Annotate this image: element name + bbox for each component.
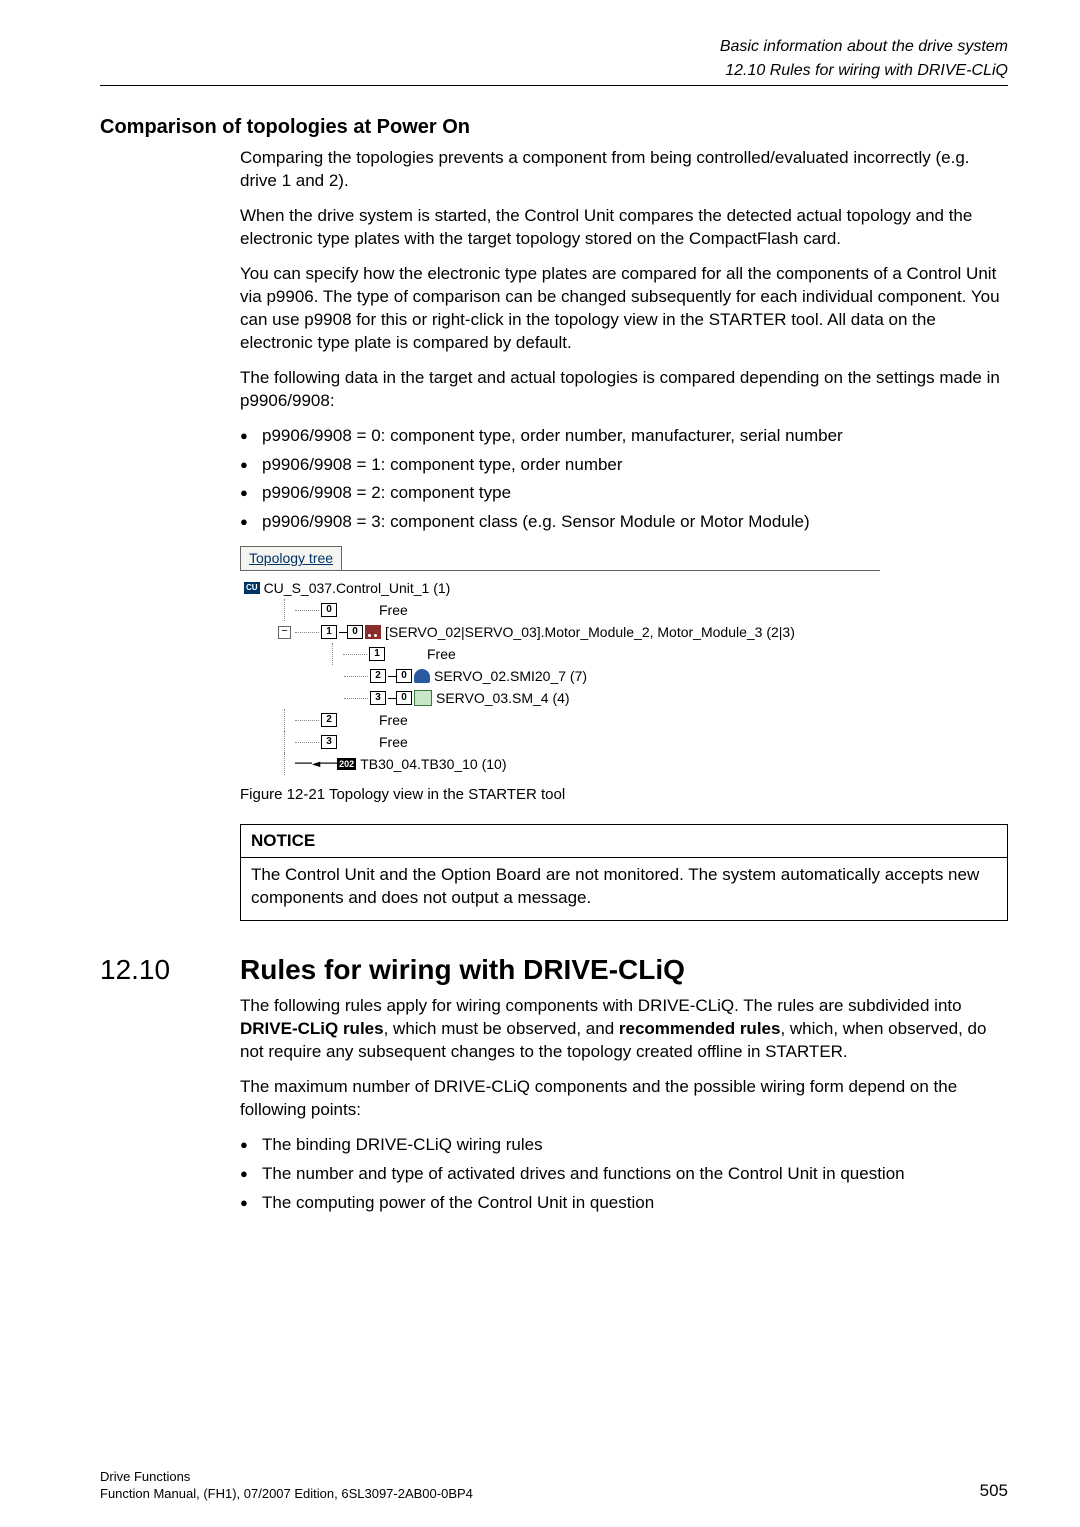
tb-icon: 202 <box>337 758 356 770</box>
compare-p1: Comparing the topologies prevents a comp… <box>240 147 1008 193</box>
tree-port-2[interactable]: 2 Free <box>244 709 876 731</box>
compare-bullet: p9906/9908 = 3: component class (e.g. Se… <box>240 511 1008 534</box>
tree-tb30[interactable]: ──◄── 202 TB30_04.TB30_10 (10) <box>244 753 876 775</box>
port-box: 2 <box>321 713 337 727</box>
port-box: 0 <box>396 691 412 705</box>
running-subtitle: 12.10 Rules for wiring with DRIVE-CLiQ <box>100 60 1008 82</box>
section-title: Rules for wiring with DRIVE-CLiQ <box>240 951 685 989</box>
header-rule <box>100 85 1008 86</box>
compare-bullet: p9906/9908 = 1: component type, order nu… <box>240 454 1008 477</box>
topology-tree-body: CU CU_S_037.Control_Unit_1 (1) 0 Free − … <box>240 570 880 779</box>
page-number: 505 <box>980 1480 1008 1503</box>
notice-box: NOTICE The Control Unit and the Option B… <box>240 824 1008 922</box>
smi-icon <box>414 669 430 683</box>
section-number: 12.10 <box>100 951 210 989</box>
port-box: 0 <box>347 625 363 639</box>
port-box: 1 <box>321 625 337 639</box>
tree-motor-module[interactable]: − 1 0 [SERVO_02|SERVO_03].Motor_Module_2… <box>244 621 876 643</box>
compare-p4: The following data in the target and act… <box>240 367 1008 413</box>
tb30-label: TB30_04.TB30_10 (10) <box>360 753 506 775</box>
tree-sm4[interactable]: 3 0 SERVO_03.SM_4 (4) <box>244 687 876 709</box>
compare-p3: You can specify how the electronic type … <box>240 263 1008 355</box>
sec1210-bullet-list: The binding DRIVE-CLiQ wiring rules The … <box>240 1134 1008 1215</box>
tree-connector-arrow: ──◄── <box>295 753 337 775</box>
notice-title: NOTICE <box>241 825 1007 859</box>
compare-bullet-list: p9906/9908 = 0: component type, order nu… <box>240 425 1008 535</box>
sec1210-bullet: The binding DRIVE-CLiQ wiring rules <box>240 1134 1008 1157</box>
footer-line2: Function Manual, (FH1), 07/2007 Edition,… <box>100 1485 473 1503</box>
topology-tab[interactable]: Topology tree <box>240 546 342 570</box>
sec1210-bullet: The number and type of activated drives … <box>240 1163 1008 1186</box>
section-heading: 12.10 Rules for wiring with DRIVE-CLiQ <box>100 951 1008 989</box>
port-box: 2 <box>370 669 386 683</box>
tree-port-0[interactable]: 0 Free <box>244 599 876 621</box>
tree-root[interactable]: CU CU_S_037.Control_Unit_1 (1) <box>244 577 876 599</box>
free-label: Free <box>379 731 408 753</box>
motor-module-icon <box>365 625 381 639</box>
port-box: 3 <box>370 691 386 705</box>
sensor-module-icon <box>414 690 432 706</box>
running-title: Basic information about the drive system <box>100 36 1008 58</box>
tree-root-label: CU_S_037.Control_Unit_1 (1) <box>264 577 451 599</box>
sec1210-bullet: The computing power of the Control Unit … <box>240 1192 1008 1215</box>
free-label: Free <box>427 643 456 665</box>
topology-tree-widget: Topology tree CU CU_S_037.Control_Unit_1… <box>240 546 880 779</box>
notice-body: The Control Unit and the Option Board ar… <box>241 858 1007 920</box>
sec1210-p1: The following rules apply for wiring com… <box>240 995 1008 1064</box>
compare-heading: Comparison of topologies at Power On <box>100 114 1008 141</box>
tree-smi[interactable]: 2 0 SERVO_02.SMI20_7 (7) <box>244 665 876 687</box>
figure-caption: Figure 12-21 Topology view in the STARTE… <box>240 785 1008 805</box>
port-box: 0 <box>396 669 412 683</box>
free-label: Free <box>379 599 408 621</box>
tree-port-3[interactable]: 3 Free <box>244 731 876 753</box>
collapse-icon[interactable]: − <box>278 626 291 639</box>
sec1210-p2: The maximum number of DRIVE-CLiQ compone… <box>240 1076 1008 1122</box>
compare-bullet: p9906/9908 = 2: component type <box>240 482 1008 505</box>
compare-p2: When the drive system is started, the Co… <box>240 205 1008 251</box>
smi-label: SERVO_02.SMI20_7 (7) <box>434 665 587 687</box>
cu-icon: CU <box>244 582 260 594</box>
motor-module-label: [SERVO_02|SERVO_03].Motor_Module_2, Moto… <box>385 621 795 643</box>
sm4-label: SERVO_03.SM_4 (4) <box>436 687 570 709</box>
page-footer: Drive Functions Function Manual, (FH1), … <box>100 1468 1008 1503</box>
tree-mm-port1[interactable]: 1 Free <box>244 643 876 665</box>
free-label: Free <box>379 709 408 731</box>
footer-line1: Drive Functions <box>100 1468 473 1486</box>
port-box: 3 <box>321 735 337 749</box>
compare-bullet: p9906/9908 = 0: component type, order nu… <box>240 425 1008 448</box>
port-box: 0 <box>321 603 337 617</box>
port-box: 1 <box>369 647 385 661</box>
